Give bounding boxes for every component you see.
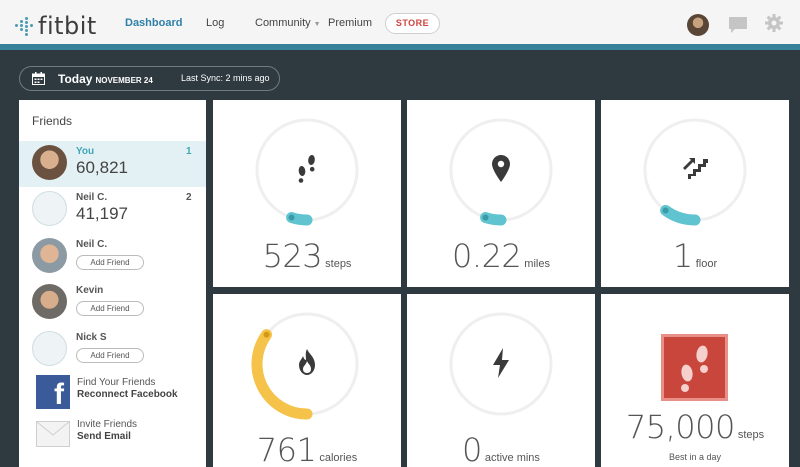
friend-rank: 1 <box>186 146 192 157</box>
nav-premium[interactable]: Premium <box>328 17 372 29</box>
friend-name: Nick S <box>76 332 107 343</box>
facebook-line2: Reconnect Facebook <box>77 389 178 400</box>
friend-name: Neil C. <box>76 192 108 203</box>
stairs-icon <box>683 158 708 179</box>
steps-number: 523 <box>262 237 323 275</box>
steps-value: 523 steps <box>213 237 401 275</box>
friends-panel: Friends You 60,821 1 Neil C. 41,197 2 Ne… <box>19 100 206 467</box>
avatar <box>32 284 67 319</box>
location-pin-icon <box>492 155 510 182</box>
user-avatar[interactable] <box>687 14 709 36</box>
progress-dot <box>263 331 270 338</box>
friend-row[interactable]: Neil C. 41,197 2 <box>19 187 206 233</box>
friend-name: Kevin <box>76 285 104 296</box>
active-minutes-value: 0 active mins <box>407 431 595 467</box>
floors-tile[interactable]: 1 floor <box>601 100 789 287</box>
best-day-badge-tile[interactable]: 75,000 steps Best in a day <box>601 294 789 467</box>
progress-dot <box>482 214 489 221</box>
envelope-icon <box>36 421 70 447</box>
add-friend-button[interactable]: Add Friend <box>76 348 144 363</box>
flame-icon <box>299 349 315 375</box>
floors-value: 1 floor <box>601 237 789 275</box>
top-nav-bar: fitbit Dashboard Log Community ▼ Premium … <box>0 0 800 50</box>
progress-dot <box>288 214 295 221</box>
friend-name: Neil C. <box>76 239 108 250</box>
active-minutes-unit: active mins <box>484 452 540 464</box>
active-minutes-number: 0 <box>462 431 482 467</box>
friend-suggestion-row: Nick S Add Friend <box>19 327 206 373</box>
friend-suggestion-row: Kevin Add Friend <box>19 280 206 326</box>
store-button[interactable]: STORE <box>385 13 440 34</box>
calendar-icon <box>32 72 45 85</box>
footsteps-badge-icon <box>681 345 708 392</box>
add-friend-button[interactable]: Add Friend <box>76 255 144 270</box>
active-minutes-tile[interactable]: 0 active mins <box>407 294 595 467</box>
friend-rank: 2 <box>186 192 192 203</box>
avatar <box>32 238 67 273</box>
calories-value: 761 calories <box>213 431 401 467</box>
chat-icon[interactable] <box>728 16 748 34</box>
today-label: Today NOVEMBER 24 <box>58 72 153 86</box>
reconnect-facebook-link[interactable]: f Find Your Friends Reconnect Facebook <box>19 375 206 411</box>
friend-steps: 41,197 <box>76 204 128 223</box>
calories-unit: calories <box>319 452 358 464</box>
best-day-number: 75,000 <box>625 408 735 446</box>
friends-title: Friends <box>32 114 73 128</box>
nav-log[interactable]: Log <box>206 17 224 29</box>
lightning-icon <box>493 348 509 378</box>
distance-number: 0.22 <box>452 237 522 275</box>
badge <box>661 334 728 401</box>
nav-dashboard[interactable]: Dashboard <box>125 17 182 29</box>
avatar-placeholder <box>32 331 67 366</box>
distance-tile[interactable]: 0.22 miles <box>407 100 595 287</box>
facebook-line1: Find Your Friends <box>77 377 156 388</box>
floors-unit: floor <box>695 258 718 270</box>
best-day-unit: steps <box>737 429 765 441</box>
floors-number: 1 <box>672 237 693 275</box>
fitbit-dots-icon <box>15 17 33 36</box>
avatar <box>32 145 67 180</box>
logo-text: fitbit <box>38 12 97 40</box>
gear-icon[interactable] <box>765 14 783 32</box>
today-text: Today <box>58 72 93 86</box>
distance-unit: miles <box>524 258 550 270</box>
facebook-icon: f <box>36 375 70 409</box>
steps-tile[interactable]: 523 steps <box>213 100 401 287</box>
chevron-down-icon: ▼ <box>313 21 321 28</box>
friend-suggestion-row: Neil C. Add Friend <box>19 234 206 280</box>
send-email-link[interactable]: Invite Friends Send Email <box>19 417 206 453</box>
friend-row-you[interactable]: You 60,821 1 <box>19 141 206 187</box>
distance-value: 0.22 miles <box>407 237 595 275</box>
fitbit-logo[interactable]: fitbit <box>15 12 97 40</box>
nav-community-label: Community <box>255 17 311 29</box>
progress-dot <box>662 207 669 214</box>
best-day-value: 75,000 steps <box>601 408 789 446</box>
footsteps-icon <box>298 155 315 183</box>
best-day-caption: Best in a day <box>668 452 722 462</box>
calories-tile[interactable]: 761 calories <box>213 294 401 467</box>
steps-unit: steps <box>325 258 352 270</box>
add-friend-button[interactable]: Add Friend <box>76 301 144 316</box>
friend-name: You <box>76 146 95 157</box>
last-sync-status: Last Sync: 2 mins ago <box>181 73 270 83</box>
current-date: NOVEMBER 24 <box>95 76 153 85</box>
email-line2: Send Email <box>77 431 131 442</box>
friend-steps: 60,821 <box>76 158 128 177</box>
calories-number: 761 <box>256 431 317 467</box>
email-line1: Invite Friends <box>77 419 138 430</box>
avatar-placeholder <box>32 191 67 226</box>
nav-community[interactable]: Community ▼ <box>255 17 321 29</box>
progress-arc <box>660 204 701 226</box>
